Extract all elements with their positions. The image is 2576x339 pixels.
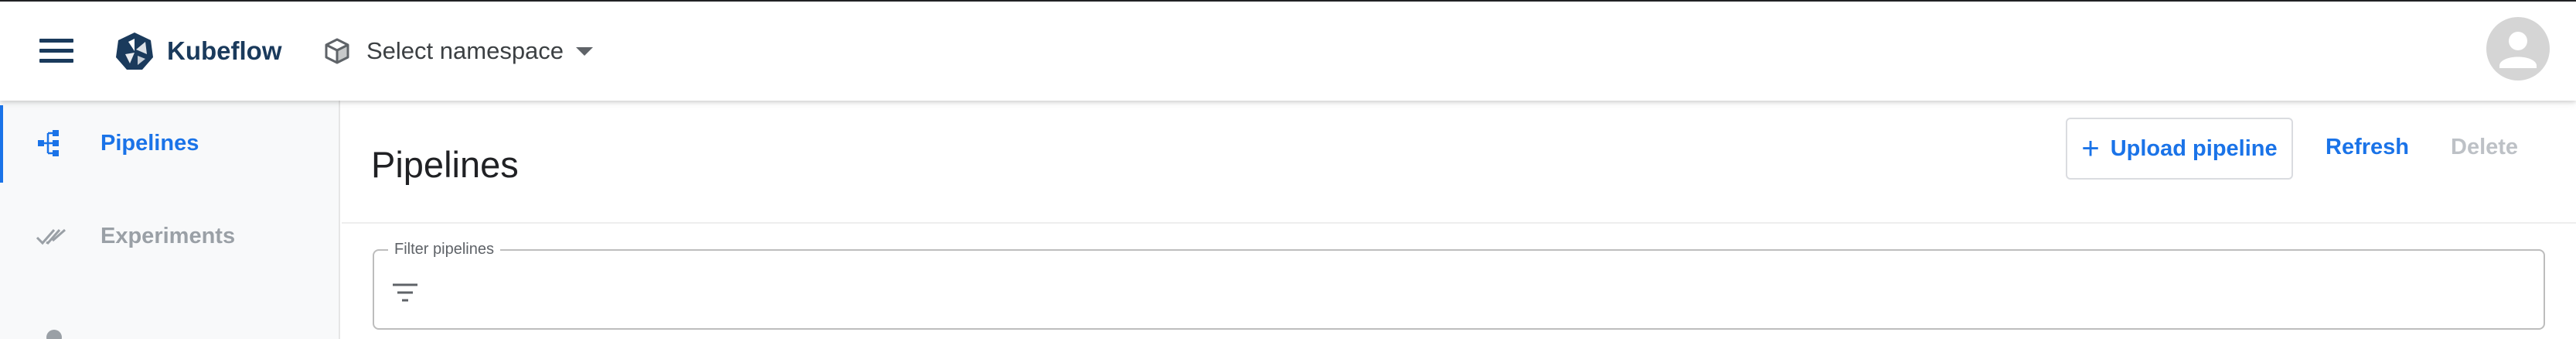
plus-icon: + — [2081, 132, 2100, 166]
upload-pipeline-button[interactable]: + Upload pipeline — [2066, 118, 2293, 180]
avatar — [2499, 32, 2537, 68]
double-check-icon — [36, 228, 66, 245]
refresh-button[interactable]: Refresh — [2326, 133, 2409, 161]
namespace-label: Select namespace — [366, 37, 564, 64]
caret-down-icon — [576, 46, 594, 56]
filter-list-icon — [393, 283, 417, 302]
account-icon[interactable] — [2486, 17, 2550, 80]
sidebar: Pipelines Experiments — [0, 101, 340, 339]
sidebar-item-partial-icon — [46, 330, 62, 339]
namespace-selector[interactable]: Select namespace — [323, 36, 594, 67]
upload-pipeline-label: Upload pipeline — [2110, 135, 2278, 161]
cube-icon — [325, 38, 349, 64]
sidebar-item-experiments[interactable]: Experiments — [0, 193, 339, 279]
filter-label: Filter pipelines — [388, 240, 500, 259]
sidebar-item-label: Experiments — [101, 223, 236, 248]
toolbar-divider — [342, 222, 2576, 224]
sidebar-item-pipelines[interactable]: Pipelines — [0, 101, 339, 186]
pipeline-icon — [38, 130, 59, 156]
top-app-bar: Kubeflow Select namespace — [0, 0, 2576, 101]
main-content: Pipelines + Upload pipeline Refresh Dele… — [342, 101, 2576, 339]
sidebar-item-label: Pipelines — [101, 130, 199, 156]
kubeflow-logo[interactable] — [114, 31, 155, 71]
page-title: Pipelines — [371, 144, 519, 185]
filter-pipelines-field[interactable]: Filter pipelines — [373, 240, 2545, 330]
brand-name[interactable]: Kubeflow — [167, 36, 281, 67]
filter-pipelines-input[interactable] — [436, 266, 2523, 316]
menu-icon[interactable] — [37, 36, 77, 67]
delete-button[interactable]: Delete — [2451, 133, 2518, 161]
